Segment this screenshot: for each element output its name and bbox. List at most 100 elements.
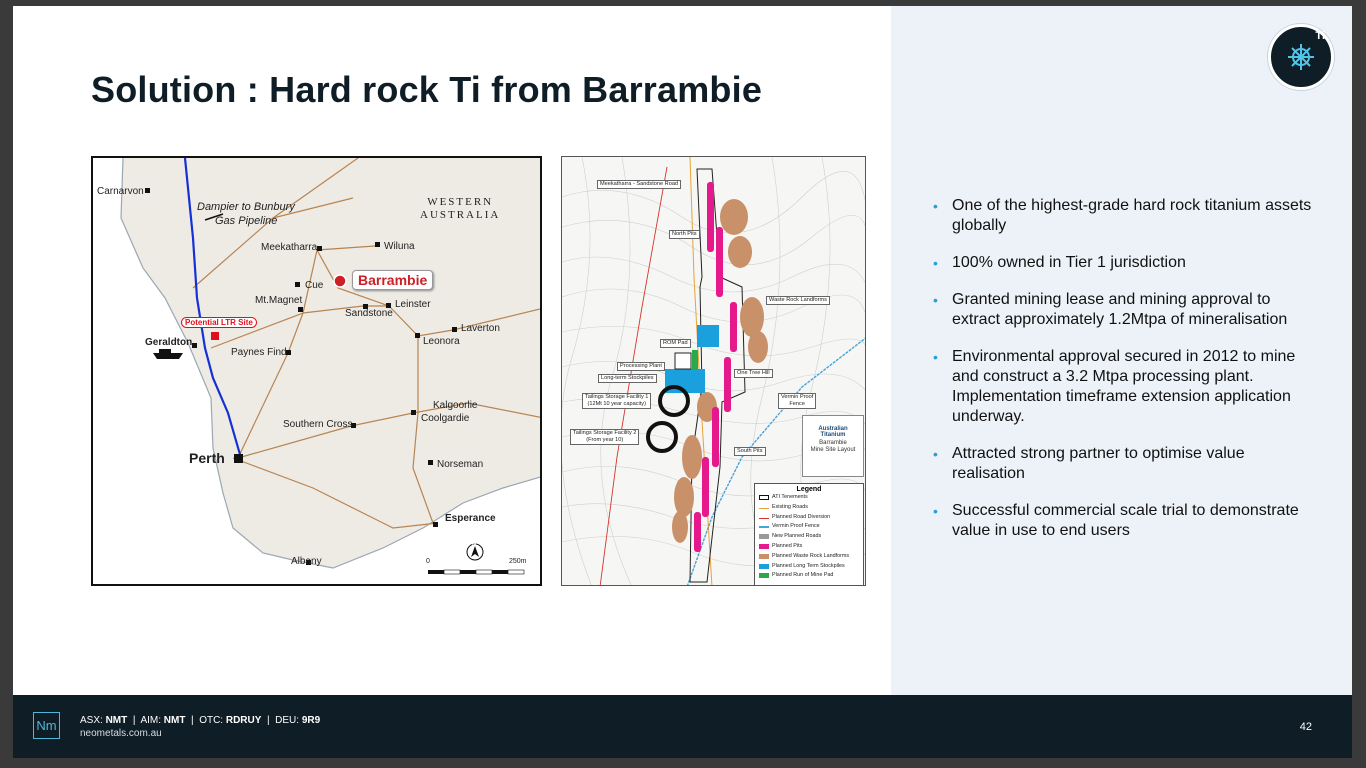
town-leinster: Leinster — [395, 299, 431, 310]
town-esperance: Esperance — [445, 513, 496, 524]
legend-swatch — [759, 495, 769, 500]
site-title-name-line2: Mine Site Layout — [810, 447, 856, 453]
site-label-stockpiles: Long-term Stockpiles — [598, 374, 657, 383]
site-title-name-line1: Barrambie — [819, 440, 847, 446]
key-point: Successful commercial scale trial to dem… — [933, 501, 1313, 541]
town-meekatharra: Meekatharra — [261, 242, 318, 253]
legend-item: New Planned Roads — [755, 532, 863, 542]
key-point: Environmental approval secured in 2012 t… — [933, 347, 1313, 427]
page-number: 42 — [1299, 721, 1312, 733]
town-laverton: Laverton — [461, 323, 500, 334]
site-label-rom-pad: ROM Pad — [660, 339, 691, 348]
site-label-south-pits: South Pits — [734, 447, 766, 456]
town-paynes-find: Paynes Find — [231, 347, 287, 358]
legend-item: Planned Pits — [755, 542, 863, 552]
page-title: Solution : Hard rock Ti from Barrambie — [91, 69, 763, 110]
legend-label: New Planned Roads — [772, 533, 822, 540]
legend-swatch — [759, 553, 769, 559]
ship-wheel-icon — [1288, 44, 1314, 70]
site-label-road: Meekatharra - Sandstone Road — [597, 180, 682, 189]
town-albany: Albany — [291, 556, 322, 567]
legend-label: Existing Roads — [772, 503, 808, 510]
site-layout-map: Meekatharra - Sandstone Road North Pits … — [561, 156, 866, 586]
ticker-codes: ASX: NMT | AIM: NMT | OTC: RDRUY | DEU: … — [80, 715, 320, 726]
key-point: Granted mining lease and mining approval… — [933, 290, 1313, 330]
town-kalgoorlie: Kalgoorlie — [433, 400, 478, 411]
key-point: 100% owned in Tier 1 jurisdiction — [933, 253, 1313, 273]
legend-swatch — [759, 517, 769, 519]
aim-code: NMT — [163, 715, 186, 726]
key-point: One of the highest-grade hard rock titan… — [933, 196, 1313, 236]
site-label-tsf2-line2: (From year 10) — [586, 437, 624, 443]
legend-item: Planned Long Term Stockpiles — [755, 562, 863, 572]
site-label-tsf1-line1: Tailings Storage Facility 1 — [585, 394, 649, 400]
site-label-vermin-fence-line2: Fence — [789, 401, 805, 407]
barrambie-callout: Barrambie — [352, 270, 434, 290]
scale-start: 0 — [426, 558, 430, 565]
legend-item: ATI Tenements — [755, 493, 863, 503]
pipeline-label-line2: Gas Pipeline — [215, 215, 278, 227]
legend-label: Planned Pits — [772, 542, 803, 549]
badge-label: Ti — [1315, 30, 1325, 42]
otc-code: RDRUY — [225, 715, 262, 726]
asx-label: ASX: — [80, 715, 103, 726]
legend-item: Planned Run of Mine Pad — [755, 571, 863, 581]
legend-label: Vermin Proof Fence — [772, 523, 820, 530]
town-southern-cross: Southern Cross — [283, 419, 353, 430]
aim-label: AIM: — [140, 715, 161, 726]
legend-label: Planned Waste Rock Landforms — [772, 552, 850, 559]
legend-label: Planned Road Diversion — [772, 513, 831, 520]
separator: | — [132, 715, 136, 726]
site-label-north-pits: North Pits — [669, 230, 700, 239]
town-wiluna: Wiluna — [384, 241, 415, 252]
site-label-one-tree-hill: One Tree Hill — [734, 369, 773, 378]
town-sandstone: Sandstone — [345, 308, 393, 319]
site-title-box: Australian Titanium Barrambie Mine Site … — [802, 415, 864, 477]
neometals-logo: Nm — [33, 712, 60, 739]
otc-label: OTC: — [199, 715, 224, 726]
deu-code: 9R9 — [301, 715, 321, 726]
legend-swatch — [759, 543, 769, 549]
footer-bar: Nm ASX: NMT | AIM: NMT | OTC: RDRUY | DE… — [13, 695, 1352, 758]
site-label-tsf1: Tailings Storage Facility 1 (12Mt 10 yea… — [582, 393, 652, 409]
legend-title: Legend — [796, 486, 822, 493]
asx-code: NMT — [105, 715, 128, 726]
site-label-tsf2-line1: Tailings Storage Facility 2 — [573, 430, 637, 436]
pipeline-label: Dampier to Bunbury Gas Pipeline — [197, 200, 295, 228]
legend-label: ATI Tenements — [772, 494, 808, 500]
town-geraldton: Geraldton — [145, 337, 193, 348]
site-title-brand-line2: Titanium — [820, 432, 846, 438]
key-point: Attracted strong partner to optimise val… — [933, 444, 1313, 484]
legend-item: Planned Waste Rock Landforms — [755, 552, 863, 562]
legend-item: Planned Road Diversion — [755, 513, 863, 523]
region-label-line1: WESTERN — [427, 196, 494, 208]
region-label-line2: AUSTRALIA — [420, 209, 501, 221]
site-label-vermin-fence-line1: Vermin Proof — [781, 394, 814, 400]
site-legend: Legend ATI Tenements Existing Roads Plan… — [754, 483, 864, 585]
wa-location-map: Carnarvon Dampier to Bunbury Gas Pipelin… — [91, 156, 542, 586]
north-arrow-label: N — [472, 542, 477, 548]
key-points-list: One of the highest-grade hard rock titan… — [933, 196, 1313, 558]
site-label-tsf2: Tailings Storage Facility 2 (From year 1… — [570, 429, 640, 445]
town-mt-magnet: Mt.Magnet — [255, 295, 303, 306]
website-link[interactable]: neometals.com.au — [80, 728, 162, 739]
legend-swatch — [759, 534, 769, 540]
ltr-site-callout: Potential LTR Site — [181, 317, 257, 328]
separator: | — [191, 715, 194, 726]
site-title-brand: Australian Titanium — [803, 426, 863, 438]
site-label-vermin-fence: Vermin Proof Fence — [778, 393, 817, 409]
scale-end: 250m — [509, 558, 527, 565]
ti-badge: Ti — [1268, 24, 1334, 90]
site-title-name: Barrambie Mine Site Layout — [803, 440, 863, 454]
town-perth: Perth — [189, 450, 225, 466]
town-carnarvon: Carnarvon — [97, 186, 144, 197]
region-label: WESTERN AUSTRALIA — [420, 196, 500, 222]
town-leonora: Leonora — [423, 336, 460, 347]
legend-swatch — [759, 563, 769, 569]
legend-swatch — [759, 507, 769, 509]
town-cue: Cue — [305, 280, 324, 291]
site-label-tsf1-line2: (12Mt 10 year capacity) — [587, 401, 646, 407]
site-label-waste-rock: Waste Rock Landforms — [766, 296, 830, 305]
deu-label: DEU: — [275, 715, 300, 726]
slide: Solution : Hard rock Ti from Barrambie T… — [13, 6, 1352, 758]
